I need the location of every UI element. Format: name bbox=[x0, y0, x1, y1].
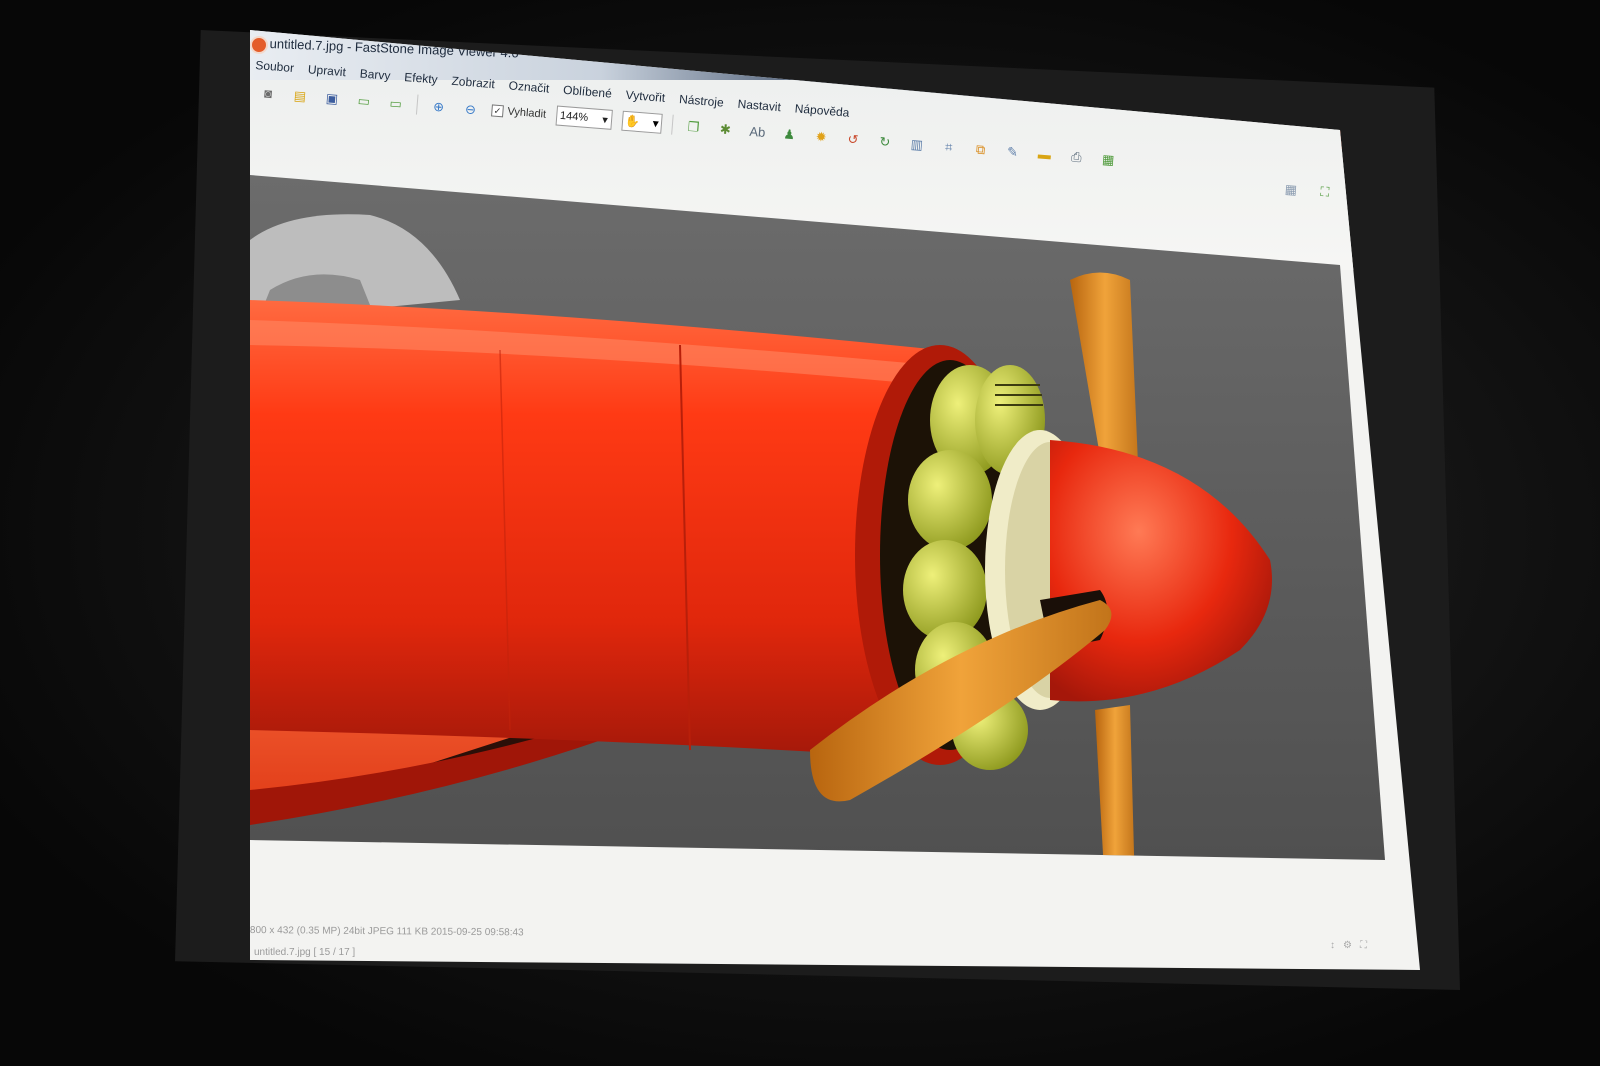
file-info-bar: untitled.7.jpg [ 15 / 17 ] bbox=[254, 947, 356, 958]
scroll-icon[interactable]: ↕ bbox=[1330, 940, 1335, 951]
histogram-icon[interactable]: ▥ bbox=[905, 133, 929, 155]
fullscreen-icon[interactable]: ⛶ bbox=[1313, 180, 1336, 201]
image-info-bar: 800 x 432 (0.35 MP) 24bit JPEG 111 KB 20… bbox=[249, 925, 524, 939]
hand-tool-dropdown[interactable]: ✋ ▾ bbox=[621, 110, 663, 134]
menu-soubor[interactable]: Soubor bbox=[255, 58, 295, 75]
prev-image-icon[interactable]: ▭ bbox=[352, 90, 376, 112]
settings-icon[interactable]: ⚙ bbox=[1343, 940, 1352, 951]
camera-icon[interactable]: ◙ bbox=[256, 82, 280, 104]
text-icon[interactable]: Ab bbox=[746, 121, 770, 143]
crop-icon[interactable]: ⌗ bbox=[937, 136, 961, 158]
print-icon[interactable]: ⎙ bbox=[1065, 146, 1089, 168]
propeller-blade-bottom bbox=[1095, 705, 1135, 860]
zoom-dropdown[interactable]: 144% ▾ bbox=[555, 105, 613, 130]
image-viewport[interactable] bbox=[250, 175, 1385, 860]
menu-efekty[interactable]: Efekty bbox=[404, 70, 438, 87]
view-tools: ▦ ⛶ bbox=[1279, 178, 1336, 202]
menu-barvy[interactable]: Barvy bbox=[359, 66, 391, 82]
folder-icon[interactable]: ▬ bbox=[1033, 143, 1057, 165]
user-icon[interactable]: ♟ bbox=[778, 123, 802, 145]
zoom-out-icon[interactable]: ⊖ bbox=[459, 98, 483, 120]
open-folder-icon[interactable]: ▤ bbox=[288, 85, 312, 107]
airplane-render bbox=[250, 214, 1272, 860]
effects-icon[interactable]: ✱ bbox=[714, 118, 738, 140]
hand-icon: ✋ bbox=[624, 113, 641, 130]
chevron-down-icon: ▾ bbox=[601, 113, 609, 127]
zoom-in-icon[interactable]: ⊕ bbox=[427, 95, 451, 117]
thumbnails-icon[interactable]: ▦ bbox=[1279, 178, 1302, 199]
copy-icon[interactable]: ❐ bbox=[682, 115, 706, 137]
smooth-checkbox[interactable]: ✓ bbox=[491, 104, 504, 118]
toolbar-separator bbox=[670, 114, 674, 135]
toolbar-separator bbox=[415, 94, 419, 115]
status-icons: ↕ ⚙ ⛶ bbox=[1330, 940, 1367, 951]
menu-upravit[interactable]: Upravit bbox=[307, 62, 346, 79]
spinner-cone bbox=[1050, 440, 1272, 702]
rotate-right-icon[interactable]: ↻ bbox=[873, 131, 897, 153]
rotate-left-icon[interactable]: ↺ bbox=[841, 128, 865, 150]
zoom-value: 144% bbox=[559, 109, 589, 124]
next-image-icon[interactable]: ▭ bbox=[384, 92, 408, 114]
draw-icon[interactable]: ✎ bbox=[1001, 141, 1025, 163]
smooth-toggle[interactable]: ✓ Vyhladit bbox=[491, 104, 547, 121]
save-icon[interactable]: ▣ bbox=[320, 87, 344, 109]
chevron-down-icon: ▾ bbox=[652, 116, 660, 131]
app-window: untitled.7.jpg - FastStone Image Viewer … bbox=[249, 30, 1420, 970]
slideshow-icon[interactable]: ▦ bbox=[1097, 148, 1121, 170]
smooth-label: Vyhladit bbox=[506, 105, 547, 121]
app-icon bbox=[250, 36, 268, 54]
fit-icon[interactable]: ⛶ bbox=[1360, 940, 1367, 951]
resize-icon[interactable]: ⧉ bbox=[969, 138, 993, 160]
sun-icon[interactable]: ✹ bbox=[809, 126, 833, 148]
